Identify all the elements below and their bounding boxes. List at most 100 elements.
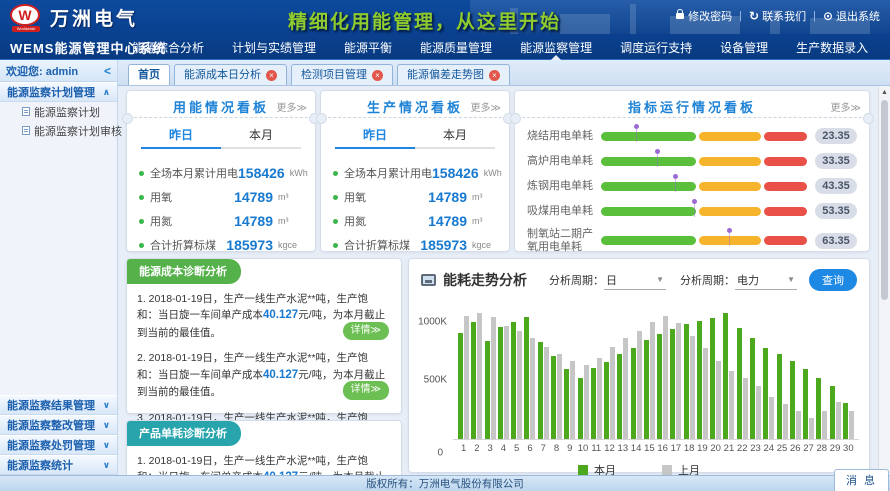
tab-2[interactable]: 能源成本日分析× [174,64,287,85]
scrollbar-thumb[interactable] [881,100,888,300]
bar-本月[interactable] [591,368,596,439]
nav-item-8[interactable]: 生产数据录入 [782,36,882,60]
more-link[interactable]: 更多≫ [471,99,501,114]
bar-上月[interactable] [650,322,655,439]
bar-上月[interactable] [796,411,801,439]
bar-本月[interactable] [551,356,556,439]
bar-上月[interactable] [464,316,469,439]
bar-上月[interactable] [477,313,482,439]
nav-item-6[interactable]: 调度运行支持 [606,36,706,60]
bar-上月[interactable] [597,358,602,439]
nav-item-1[interactable]: 能源综合分析 [118,36,218,60]
bar-本月[interactable] [670,329,675,439]
bar-本月[interactable] [498,327,503,439]
tab-1[interactable]: 首页 [128,64,170,85]
bar-上月[interactable] [743,378,748,439]
subtab-month[interactable]: 本月 [415,126,495,149]
scroll-up-icon[interactable]: ▲ [879,86,890,96]
nav-item-5[interactable]: 能源监察管理 [506,36,606,60]
bar-本月[interactable] [524,317,529,439]
bar-本月[interactable] [604,362,609,439]
close-icon[interactable]: × [266,70,277,81]
bar-本月[interactable] [830,386,835,439]
subtab-yesterday[interactable]: 昨日 [335,126,415,149]
detail-button[interactable]: 详情≫ [343,322,389,341]
bar-上月[interactable] [504,326,509,439]
bar-上月[interactable] [703,348,708,439]
bar-本月[interactable] [777,354,782,439]
period-select[interactable]: 日 ▼ [604,271,666,290]
more-link[interactable]: 更多≫ [831,99,861,114]
bar-上月[interactable] [610,347,615,439]
close-icon[interactable]: × [372,70,383,81]
legend-item[interactable]: 本月 [578,462,616,475]
subtab-month[interactable]: 本月 [221,126,301,149]
bar-上月[interactable] [491,317,496,439]
bar-本月[interactable] [564,369,569,439]
bar-上月[interactable] [623,338,628,439]
bar-上月[interactable] [570,361,575,439]
bar-上月[interactable] [769,397,774,439]
sidebar-item[interactable]: 能源监察计划审核 [0,121,117,140]
nav-item-2[interactable]: 计划与实绩管理 [218,36,330,60]
bar-本月[interactable] [697,321,702,439]
bar-上月[interactable] [676,323,681,439]
bar-本月[interactable] [750,338,755,439]
message-tab[interactable]: 消 息 [834,469,889,491]
bar-本月[interactable] [843,403,848,439]
sidebar-group-5[interactable]: 能源监察统计∨ [0,455,117,475]
subtab-yesterday[interactable]: 昨日 [141,126,221,149]
bar-本月[interactable] [511,322,516,439]
bar-本月[interactable] [763,348,768,439]
sidebar-item[interactable]: 能源监察计划 [0,102,117,121]
bar-本月[interactable] [790,361,795,439]
bar-上月[interactable] [544,347,549,439]
close-icon[interactable]: × [489,70,500,81]
bar-上月[interactable] [716,361,721,439]
query-button[interactable]: 查询 [809,269,857,291]
detail-button[interactable]: 详情≫ [343,381,389,400]
sidebar-collapse-icon[interactable]: < [104,64,111,78]
more-link[interactable]: 更多≫ [277,99,307,114]
bar-本月[interactable] [684,324,689,439]
bar-上月[interactable] [663,316,668,439]
bar-本月[interactable] [471,322,476,439]
sidebar-group-4[interactable]: 能源监察处罚管理∨ [0,435,117,455]
bar-上月[interactable] [729,371,734,439]
sidebar-group-3[interactable]: 能源监察整改管理∨ [0,415,117,435]
sidebar-group-1[interactable]: 能源监察计划管理∧ [0,82,117,102]
bar-上月[interactable] [836,402,841,439]
bar-上月[interactable] [637,331,642,439]
bar-本月[interactable] [617,354,622,439]
bar-本月[interactable] [578,378,583,439]
bar-上月[interactable] [530,338,535,439]
toplink-3[interactable]: 退出系统 [823,8,880,24]
bar-本月[interactable] [816,378,821,439]
bar-本月[interactable] [485,341,490,439]
bar-本月[interactable] [657,334,662,439]
tab-3[interactable]: 检测项目管理× [291,64,393,85]
toplink-1[interactable]: 修改密码 [676,8,732,24]
bar-本月[interactable] [644,340,649,439]
bar-本月[interactable] [803,369,808,439]
type-select[interactable]: 电力 ▼ [735,271,797,290]
nav-item-3[interactable]: 能源平衡 [330,36,406,60]
tab-4[interactable]: 能源偏差走势图× [397,64,510,85]
bar-本月[interactable] [723,313,728,439]
bar-本月[interactable] [710,318,715,439]
vertical-scrollbar[interactable]: ▲ [878,86,890,475]
legend-item[interactable]: 上月 [662,462,700,475]
bar-本月[interactable] [458,333,463,439]
nav-item-4[interactable]: 能源质量管理 [406,36,506,60]
bar-上月[interactable] [849,411,854,439]
bar-上月[interactable] [517,331,522,439]
bar-上月[interactable] [557,354,562,439]
bar-上月[interactable] [756,386,761,439]
bar-本月[interactable] [631,348,636,439]
bar-本月[interactable] [737,328,742,439]
toplink-2[interactable]: 联系我们 [749,8,806,24]
bar-上月[interactable] [822,411,827,439]
bar-上月[interactable] [783,404,788,439]
sidebar-group-2[interactable]: 能源监察结果管理∨ [0,395,117,415]
bar-本月[interactable] [538,342,543,439]
